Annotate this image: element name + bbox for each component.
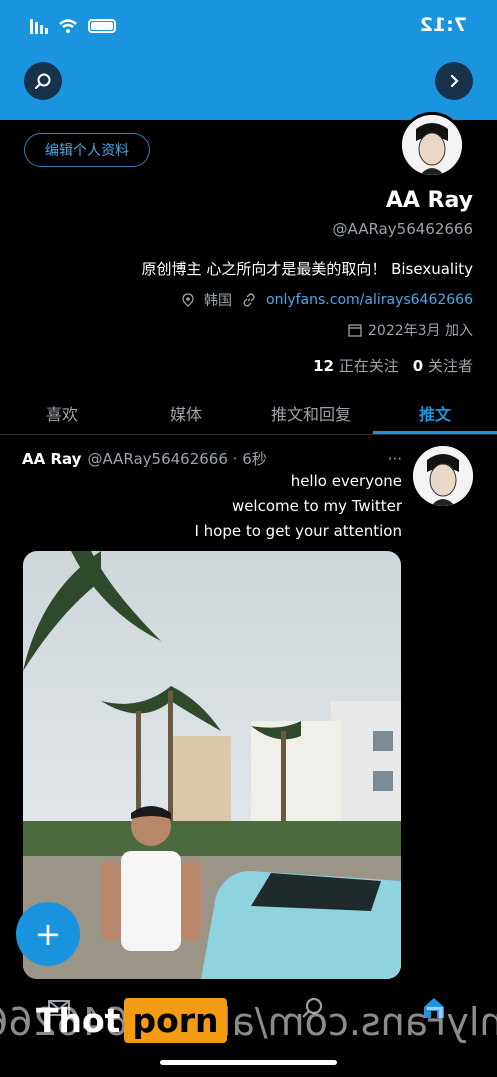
followers-count: 0 — [412, 357, 424, 375]
status-time: 7:12 — [419, 14, 467, 36]
profile-meta-row: 韩国 onlyfans.com/alirays6462666 — [182, 290, 473, 310]
followers-stat[interactable]: 0 关注者 — [413, 355, 473, 376]
watermark-logo-left: Thot — [36, 1001, 121, 1040]
tweet-avatar[interactable] — [413, 446, 473, 506]
home-indicator — [160, 1060, 337, 1065]
tweet-handle-time: @AARay56462666 · 6秒 — [87, 450, 267, 468]
edit-profile-button[interactable]: 编辑个人资料 — [24, 133, 150, 167]
tab-tweets-replies[interactable]: 推文和回复 — [249, 392, 373, 434]
battery-icon — [88, 19, 116, 33]
profile-handle: @AARay56462666 — [332, 220, 473, 238]
link-icon — [243, 293, 255, 307]
tweet-header: AA Ray @AARay56462666 · 6秒 ··· — [22, 448, 402, 469]
tab-media[interactable]: 媒体 — [124, 392, 248, 434]
following-label: 正在关注 — [338, 357, 399, 375]
compose-plus-icon: + — [34, 915, 62, 953]
compose-fab[interactable]: + — [16, 902, 80, 966]
watermark-logo: Thot porn — [36, 998, 227, 1043]
search-icon — [35, 73, 51, 89]
tab-divider — [0, 434, 497, 435]
profile-display-name: AA Ray — [385, 188, 473, 213]
tweet-more-icon[interactable]: ··· — [388, 450, 402, 468]
tab-tweets-replies-label: 推文和回复 — [270, 405, 351, 424]
watermark-logo-right: porn — [124, 998, 227, 1043]
tweet-text-line: hello everyone — [290, 472, 402, 490]
search-button[interactable] — [24, 62, 62, 100]
profile-location: 韩国 — [204, 293, 233, 309]
tweet-text-line: welcome to my Twitter — [231, 497, 402, 515]
status-icons — [26, 18, 116, 34]
tab-likes[interactable]: 喜欢 — [0, 392, 124, 434]
following-count: 12 — [313, 357, 334, 375]
profile-joined: 2022年3月 加入 — [348, 320, 473, 340]
profile-tabs: 推文 推文和回复 媒体 喜欢 — [0, 392, 497, 434]
profile-joined-text: 2022年3月 加入 — [368, 323, 473, 339]
header-bar: 7:12 — [0, 0, 497, 120]
tab-media-label: 媒体 — [170, 405, 203, 424]
tab-tweets-label: 推文 — [418, 405, 451, 424]
profile-avatar[interactable] — [399, 112, 465, 178]
screen: 7:12 编辑个人资料 AA Ray @AARay56462666 原创博主 心… — [0, 0, 497, 1077]
calendar-icon — [348, 324, 362, 337]
tweet-text-line: I hope to get your attention — [194, 522, 402, 540]
signal-icon — [30, 19, 48, 34]
profile-link[interactable]: onlyfans.com/alirays6462666 — [266, 292, 473, 308]
back-button[interactable] — [435, 62, 473, 100]
location-icon — [182, 293, 194, 307]
tweet-author-name[interactable]: AA Ray — [22, 450, 81, 468]
wifi-icon — [59, 19, 77, 33]
back-chevron-icon — [450, 74, 459, 88]
tab-likes-label: 喜欢 — [46, 405, 79, 424]
follow-stats: 12 正在关注 0 关注者 — [313, 355, 473, 376]
tab-tweets[interactable]: 推文 — [373, 392, 497, 434]
profile-bio: 原创博主 心之所向才是最美的取向！ Bisexuality — [141, 260, 473, 278]
followers-label: 关注者 — [427, 357, 473, 375]
tweet-photo[interactable] — [23, 551, 401, 979]
following-stat[interactable]: 12 正在关注 — [313, 355, 399, 376]
